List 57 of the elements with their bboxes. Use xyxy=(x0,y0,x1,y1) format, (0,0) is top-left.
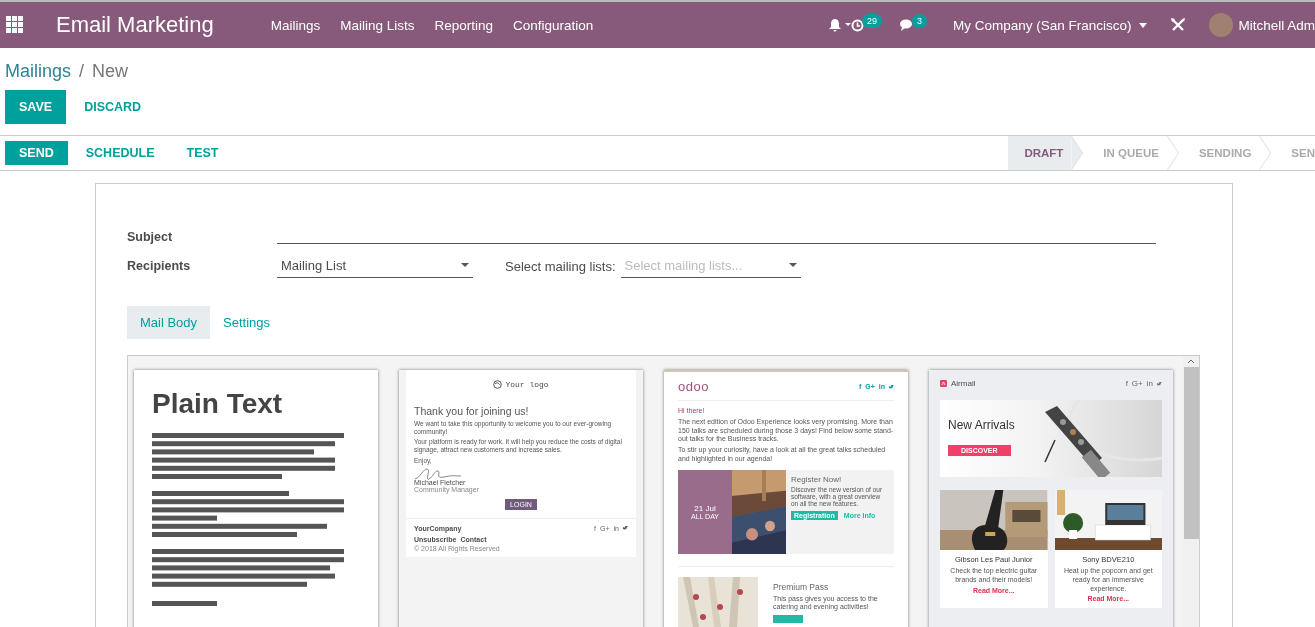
social-link[interactable]: G+ xyxy=(1131,379,1143,388)
template-title: Plain Text xyxy=(152,388,284,420)
activities-button[interactable] xyxy=(850,18,864,32)
pass-title: Premium Pass xyxy=(773,581,830,592)
company-switcher[interactable]: My Company (San Francisco) xyxy=(952,17,1132,33)
recipients-select[interactable]: Mailing List xyxy=(277,256,473,278)
template-card[interactable] xyxy=(929,370,1173,627)
social-link[interactable]: f xyxy=(1125,379,1128,388)
menu-item[interactable]: Mailings xyxy=(270,17,321,33)
bird-icon[interactable] xyxy=(623,526,628,531)
message-count-badge: 3 xyxy=(911,14,927,28)
logo-icon xyxy=(493,380,503,389)
template-card[interactable] xyxy=(664,370,908,627)
stage-step[interactable]: IN QUEUE xyxy=(1083,136,1167,170)
action-button[interactable]: SEND xyxy=(5,141,68,165)
field-label: Recipients xyxy=(127,259,192,273)
caret-icon[interactable] xyxy=(461,263,469,267)
app-title: Email Marketing xyxy=(56,12,214,38)
menu-item[interactable]: Reporting xyxy=(434,17,494,33)
hero-title: New Arrivals xyxy=(948,418,1016,432)
event-title: Register Now! xyxy=(791,474,843,484)
activity-count-badge: 29 xyxy=(861,14,882,28)
scroll-up-icon[interactable] xyxy=(1187,359,1195,364)
bird-icon[interactable] xyxy=(889,384,894,389)
user-menu[interactable]: Mitchell Adm xyxy=(1238,17,1315,33)
field-label: Select mailing lists: xyxy=(505,259,616,276)
airmail-logo-icon xyxy=(940,380,947,387)
messages-button[interactable] xyxy=(899,19,914,31)
stage-chevron-icon xyxy=(1071,136,1084,170)
caret-icon[interactable] xyxy=(788,263,797,267)
breadcrumb-separator: / xyxy=(79,61,85,82)
stage-chevron-icon xyxy=(1166,136,1179,170)
caret-icon[interactable] xyxy=(1139,22,1148,28)
action-button[interactable]: SCHEDULE xyxy=(71,141,169,165)
tools-icon[interactable] xyxy=(1171,18,1186,32)
action-button[interactable]: TEST xyxy=(172,141,233,165)
tab[interactable]: Mail Body xyxy=(127,306,211,339)
apps-menu-icon[interactable] xyxy=(6,16,24,34)
event-date: 21 Jul xyxy=(694,503,716,513)
menu-item[interactable]: Configuration xyxy=(513,17,594,33)
scrollbar[interactable] xyxy=(1183,356,1199,627)
logo-text: Your logo xyxy=(505,380,549,389)
notifications-button[interactable] xyxy=(828,18,851,32)
field-label: Subject xyxy=(127,230,174,244)
brand-name: Airmail xyxy=(951,379,976,388)
bird-icon[interactable] xyxy=(1157,381,1162,386)
email-heading: Thank you for joining us! xyxy=(414,405,530,417)
stage-chevron-icon xyxy=(1259,136,1272,170)
logo-text: odoo xyxy=(678,379,709,394)
breadcrumb-current: New xyxy=(92,61,129,82)
breadcrumb-link[interactable]: Mailings xyxy=(5,61,72,82)
menu-item[interactable]: Mailing Lists xyxy=(340,17,415,33)
social-link[interactable]: in xyxy=(1146,379,1153,388)
discard-button[interactable]: DISCARD xyxy=(70,90,156,124)
tab[interactable]: Settings xyxy=(210,306,284,339)
template-card[interactable]: Plain Text xyxy=(134,370,378,627)
save-button[interactable]: SAVE xyxy=(5,90,67,124)
